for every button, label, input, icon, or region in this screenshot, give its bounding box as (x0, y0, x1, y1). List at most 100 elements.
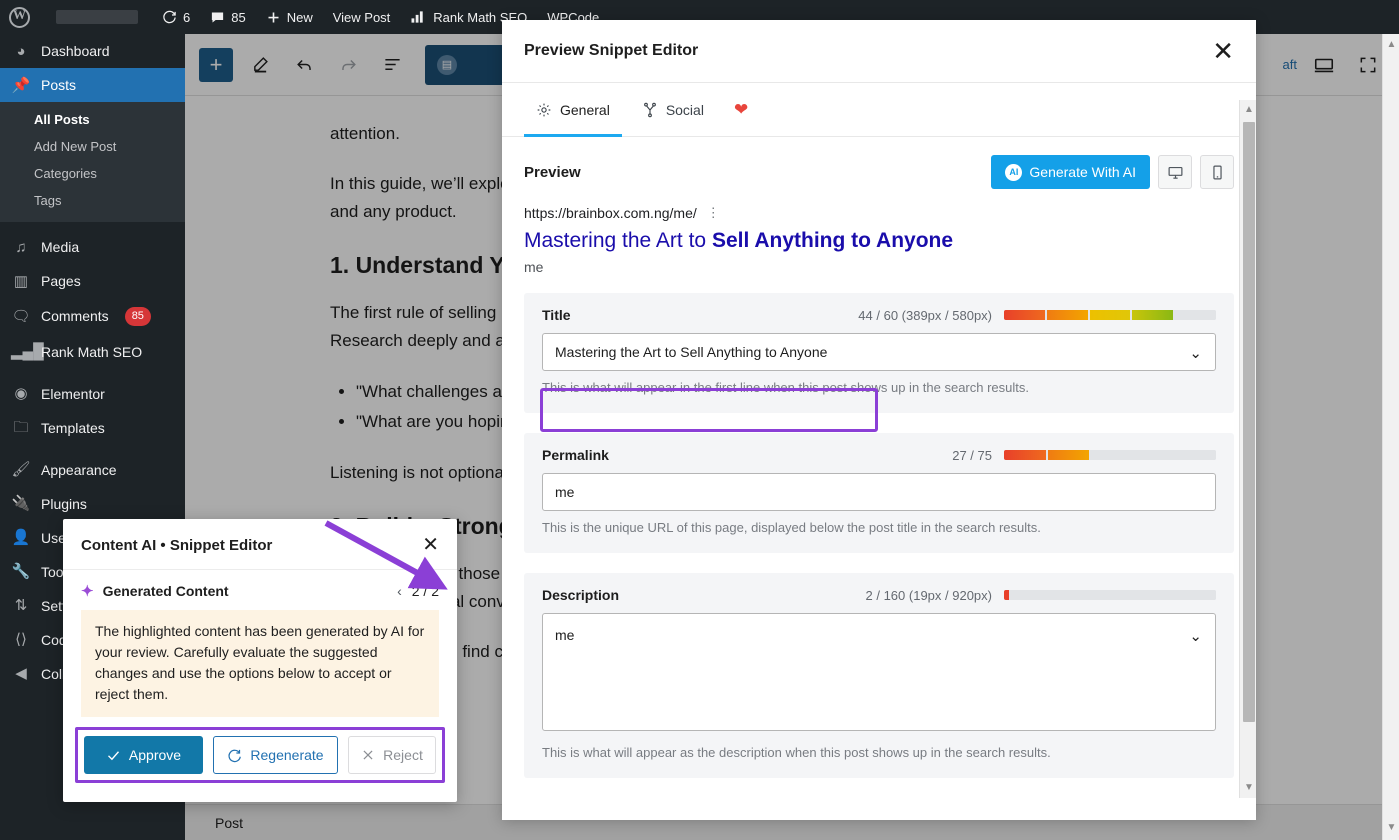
chevron-down-icon[interactable]: ⌄ (1189, 344, 1202, 362)
sidebar-item-all-posts[interactable]: All Posts (0, 106, 185, 133)
check-icon (107, 750, 119, 760)
reject-label: Reject (383, 747, 423, 763)
serp-title-bold: Sell Anything to Anyone (711, 229, 954, 252)
wordpress-logo-icon (9, 6, 30, 28)
sidebar-item-appearance[interactable]: 🖌 Appearance (0, 453, 185, 487)
sidebar-item-plugins[interactable]: 🔌 Plugins (0, 487, 185, 521)
page-scroll-up-icon[interactable]: ▲ (1383, 36, 1399, 53)
generate-with-ai-button[interactable]: AI Generate With AI (991, 155, 1150, 189)
page-scrollbar[interactable]: ▲ ▼ (1382, 34, 1399, 840)
regenerate-button[interactable]: Regenerate (213, 736, 338, 774)
new-label: New (286, 9, 313, 25)
gear-icon (537, 103, 551, 116)
sidebar-item-label: Appearance (41, 461, 117, 478)
updates-button[interactable]: 6 (152, 0, 200, 34)
elementor-icon: ◉ (14, 385, 28, 402)
view-post-button[interactable]: View Post (323, 0, 401, 34)
mobile-icon (1212, 165, 1222, 179)
modal-content: Preview AI Generate With AI https://brai… (502, 137, 1256, 820)
comments-button[interactable]: 85 (200, 0, 255, 34)
pin-icon: 📌 (11, 76, 31, 94)
modal-scrollbar[interactable]: ▲ ▼ (1239, 100, 1256, 798)
sidebar-item-label: Elementor (41, 385, 105, 402)
serp-title: Mastering the Art to Sell Anything to An… (524, 229, 1234, 253)
sidebar-item-comments[interactable]: 🗨 Comments 85 (0, 298, 185, 335)
description-input-wrap: ⌄ (542, 613, 1216, 736)
page-scroll-down-icon[interactable]: ▼ (1383, 819, 1399, 836)
comments-badge: 85 (124, 307, 151, 326)
serp-url: https://brainbox.com.ng/me/ (524, 205, 697, 221)
generated-content-label: Generated Content (102, 583, 229, 599)
preview-heading: Preview (524, 163, 581, 181)
sidebar-item-elementor[interactable]: ◉ Elementor (0, 377, 185, 411)
sidebar-item-tags[interactable]: Tags (0, 187, 185, 214)
description-count: 2 / 160 (19px / 920px) (865, 587, 992, 603)
code-icon: ⟨⟩ (15, 631, 27, 648)
user-icon: 👤 (11, 529, 31, 546)
chevron-down-icon[interactable]: ⌄ (1189, 627, 1202, 645)
sidebar-item-pages[interactable]: ▥ Pages (0, 264, 185, 298)
media-icon: ♫ (15, 238, 27, 256)
reject-button[interactable]: Reject (348, 736, 436, 774)
kebab-menu-icon[interactable]: ⋮ (707, 205, 721, 221)
sidebar-item-rank-math-seo[interactable]: ▂▄█ Rank Math SEO (0, 335, 185, 369)
refresh-icon (228, 749, 242, 762)
approve-button[interactable]: Approve (84, 736, 203, 774)
preview-actions: AI Generate With AI (991, 155, 1234, 189)
modal-scrollbar-thumb[interactable] (1243, 122, 1255, 722)
modal-header: Preview Snippet Editor ✕ (502, 20, 1256, 83)
description-help: This is what will appear as the descript… (542, 745, 1051, 760)
wp-logo-button[interactable] (0, 0, 40, 34)
sidebar-item-label: Posts (41, 77, 77, 93)
heart-icon[interactable]: ❤ (724, 100, 758, 120)
desktop-preview-button[interactable] (1158, 155, 1192, 189)
tab-label: Social (665, 101, 704, 118)
sidebar-item-add-new-post[interactable]: Add New Post (0, 133, 185, 160)
title-input-wrap: ⌄ (542, 333, 1216, 371)
tab-general[interactable]: General (524, 83, 622, 137)
title-count: 44 / 60 (389px / 580px) (858, 307, 992, 323)
title-input[interactable] (542, 333, 1216, 371)
comment-icon (212, 12, 224, 22)
title-label: Title (542, 307, 571, 323)
comments-count: 85 (231, 9, 246, 25)
sidebar-item-posts[interactable]: 📌 Posts (0, 68, 185, 102)
description-textarea[interactable] (542, 613, 1216, 731)
tab-label: General (560, 101, 610, 118)
new-content-button[interactable]: New (256, 0, 323, 34)
refresh-icon (163, 10, 176, 23)
comment-icon: 🗨 (11, 307, 31, 325)
sidebar-item-label: Pages (41, 273, 81, 289)
regenerate-label: Regenerate (250, 747, 324, 763)
site-name-placeholder[interactable] (56, 10, 138, 24)
serp-description: me (524, 259, 544, 275)
preview-snippet-editor-modal: Preview Snippet Editor ✕ General Social … (502, 20, 1256, 820)
sidebar-item-categories[interactable]: Categories (0, 160, 185, 187)
content-ai-title: Content AI • Snippet Editor (81, 536, 273, 554)
sidebar-item-templates[interactable]: 🗀 Templates (0, 411, 185, 445)
serp-title-plain: Mastering the Art to (524, 229, 712, 252)
x-icon (363, 750, 373, 760)
mobile-preview-button[interactable] (1200, 155, 1234, 189)
permalink-input[interactable] (542, 473, 1216, 511)
sidebar-item-dashboard[interactable]: ◕ Dashboard (0, 34, 185, 68)
screen: + ▤ aft attention. In this guide, we’ll … (0, 0, 1399, 840)
generated-content-note: The highlighted content has been generat… (81, 610, 439, 717)
preview-header: Preview AI Generate With AI (524, 137, 1234, 203)
ai-icon: AI (1005, 163, 1023, 181)
content-ai-actions-highlight: Approve Regenerate Reject (75, 727, 445, 783)
view-post-label: View Post (332, 9, 391, 25)
sidebar-item-label: Media (41, 239, 80, 255)
permalink-count: 27 / 75 (952, 447, 992, 463)
posts-submenu: All Posts Add New Post Categories Tags (0, 102, 185, 222)
title-help: This is what will appear in the first li… (542, 380, 1030, 395)
sidebar-item-media[interactable]: ♫ Media (0, 230, 185, 264)
dashboard-icon: ◕ (16, 42, 26, 60)
tab-social[interactable]: Social (630, 83, 716, 137)
close-icon[interactable]: ✕ (1212, 38, 1234, 64)
title-field-row: Title 44 / 60 (389px / 580px) (542, 307, 1216, 323)
settings-icon: ⇅ (14, 597, 28, 614)
scroll-up-icon[interactable]: ▲ (1243, 104, 1255, 116)
scroll-down-icon[interactable]: ▼ (1243, 782, 1255, 794)
plus-icon (268, 12, 279, 22)
